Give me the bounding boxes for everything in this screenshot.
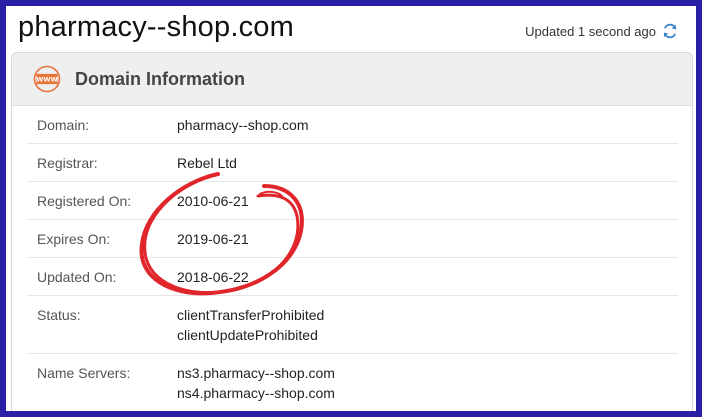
name-server-line: ns4.pharmacy--shop.com <box>177 385 335 401</box>
row-label: Expires On: <box>37 231 111 247</box>
top-bar: pharmacy--shop.com Updated 1 second ago <box>6 6 696 50</box>
row-value: 2010-06-21 <box>177 193 249 209</box>
www-icon: WWW <box>33 65 61 93</box>
row-status: Status: clientTransferProhibited clientU… <box>27 296 678 354</box>
status-line: clientTransferProhibited <box>177 307 325 323</box>
row-value: pharmacy--shop.com <box>177 117 309 133</box>
row-value: clientTransferProhibited clientUpdatePro… <box>177 305 324 345</box>
update-status: Updated 1 second ago <box>525 23 678 39</box>
row-expires-on: Expires On: 2019-06-21 <box>27 220 678 258</box>
row-domain: Domain: pharmacy--shop.com <box>27 106 678 144</box>
row-label: Registered On: <box>37 193 132 209</box>
row-updated-on: Updated On: 2018-06-22 <box>27 258 678 296</box>
row-label: Registrar: <box>37 155 98 171</box>
name-server-line: ns3.pharmacy--shop.com <box>177 365 335 381</box>
domain-info-card: WWW Domain Information Domain: pharmacy-… <box>11 52 693 411</box>
row-registered-on: Registered On: 2010-06-21 <box>27 182 678 220</box>
page-frame: pharmacy--shop.com Updated 1 second ago <box>6 6 696 411</box>
www-icon-text: WWW <box>36 75 58 83</box>
row-value: 2019-06-21 <box>177 231 249 247</box>
domain-info-rows: Domain: pharmacy--shop.com Registrar: Re… <box>27 106 678 411</box>
updated-text: Updated 1 second ago <box>525 23 656 39</box>
row-value: 2018-06-22 <box>177 269 249 285</box>
row-value: ns3.pharmacy--shop.com ns4.pharmacy--sho… <box>177 363 335 403</box>
row-value: Rebel Ltd <box>177 155 237 171</box>
row-label: Domain: <box>37 117 90 133</box>
card-title: Domain Information <box>75 68 245 89</box>
row-label: Updated On: <box>37 269 117 285</box>
row-name-servers: Name Servers: ns3.pharmacy--shop.com ns4… <box>27 354 678 411</box>
site-title: pharmacy--shop.com <box>18 11 294 43</box>
refresh-icon[interactable] <box>662 23 678 39</box>
row-label: Status: <box>37 307 81 323</box>
status-line: clientUpdateProhibited <box>177 327 318 343</box>
row-registrar: Registrar: Rebel Ltd <box>27 144 678 182</box>
row-label: Name Servers: <box>37 365 131 381</box>
card-header: WWW Domain Information <box>12 53 692 106</box>
